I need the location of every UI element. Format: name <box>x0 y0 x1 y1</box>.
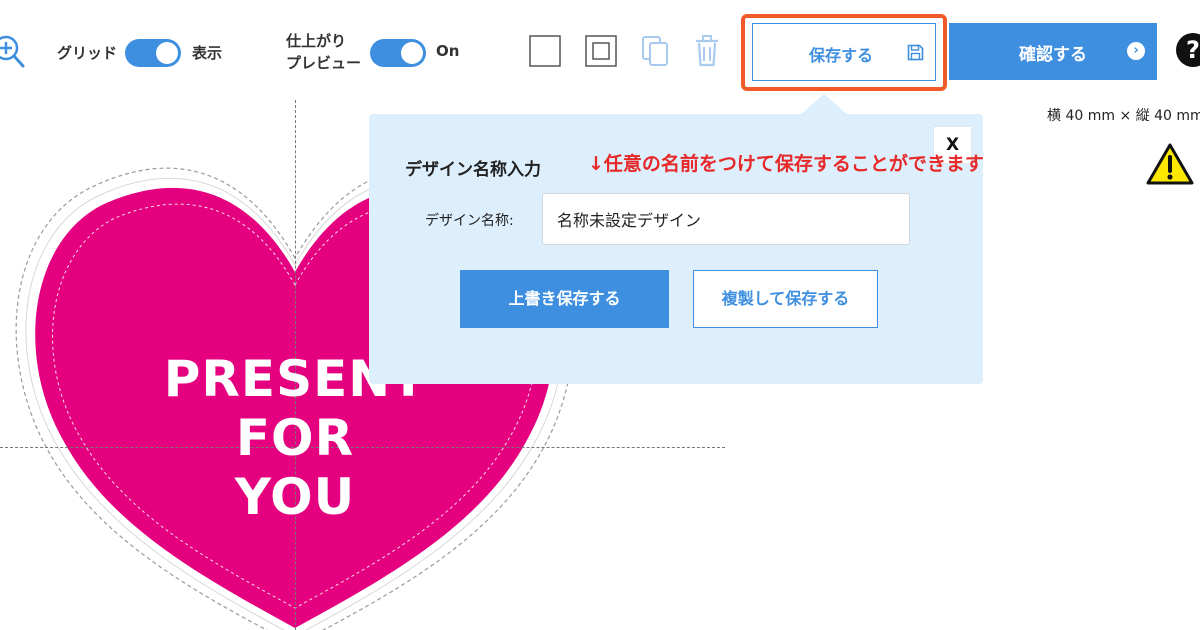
preview-label: 仕上がり プレビュー <box>286 30 361 74</box>
toggle-knob <box>156 42 178 64</box>
confirm-button[interactable]: 確認する › <box>949 23 1157 80</box>
heart-text-line2: FOR <box>235 409 355 467</box>
save-button[interactable]: 保存する <box>752 23 936 81</box>
dialog-hint: ↓任意の名前をつけて保存することができます <box>588 153 984 175</box>
zoom-in-icon[interactable] <box>0 34 26 68</box>
confirm-button-label: 確認する <box>1019 45 1087 65</box>
popup-pointer <box>800 94 848 115</box>
grid-state-label: 表示 <box>192 44 223 62</box>
overwrite-save-button[interactable]: 上書き保存する <box>460 270 669 328</box>
toggle-knob <box>401 42 423 64</box>
preview-label-line2: プレビュー <box>286 54 362 72</box>
help-icon[interactable]: ? <box>1176 33 1200 67</box>
warning-icon <box>1146 143 1194 185</box>
size-text: 横 40 mm × 縦 40 mm <box>1047 108 1200 124</box>
arrow-right-circle-icon: › <box>1127 42 1145 60</box>
grid-toggle[interactable] <box>125 39 181 67</box>
copy-icon[interactable] <box>641 35 669 67</box>
grid-label: グリッド <box>57 44 118 62</box>
heart-text-line3: YOU <box>234 468 356 526</box>
floppy-icon <box>907 44 924 61</box>
design-name-input[interactable] <box>542 193 910 245</box>
frame-shape-icon[interactable] <box>585 35 617 67</box>
preview-label-line1: 仕上がり <box>286 32 347 50</box>
duplicate-save-button[interactable]: 複製して保存する <box>693 270 878 328</box>
square-shape-icon[interactable] <box>529 35 561 67</box>
preview-toggle[interactable] <box>370 39 426 67</box>
save-button-label: 保存する <box>809 46 874 65</box>
trash-icon[interactable] <box>694 35 720 67</box>
dialog-title: デザイン名称入力 <box>405 160 541 180</box>
design-name-label: デザイン名称: <box>425 213 514 229</box>
preview-state-label: On <box>436 42 460 60</box>
